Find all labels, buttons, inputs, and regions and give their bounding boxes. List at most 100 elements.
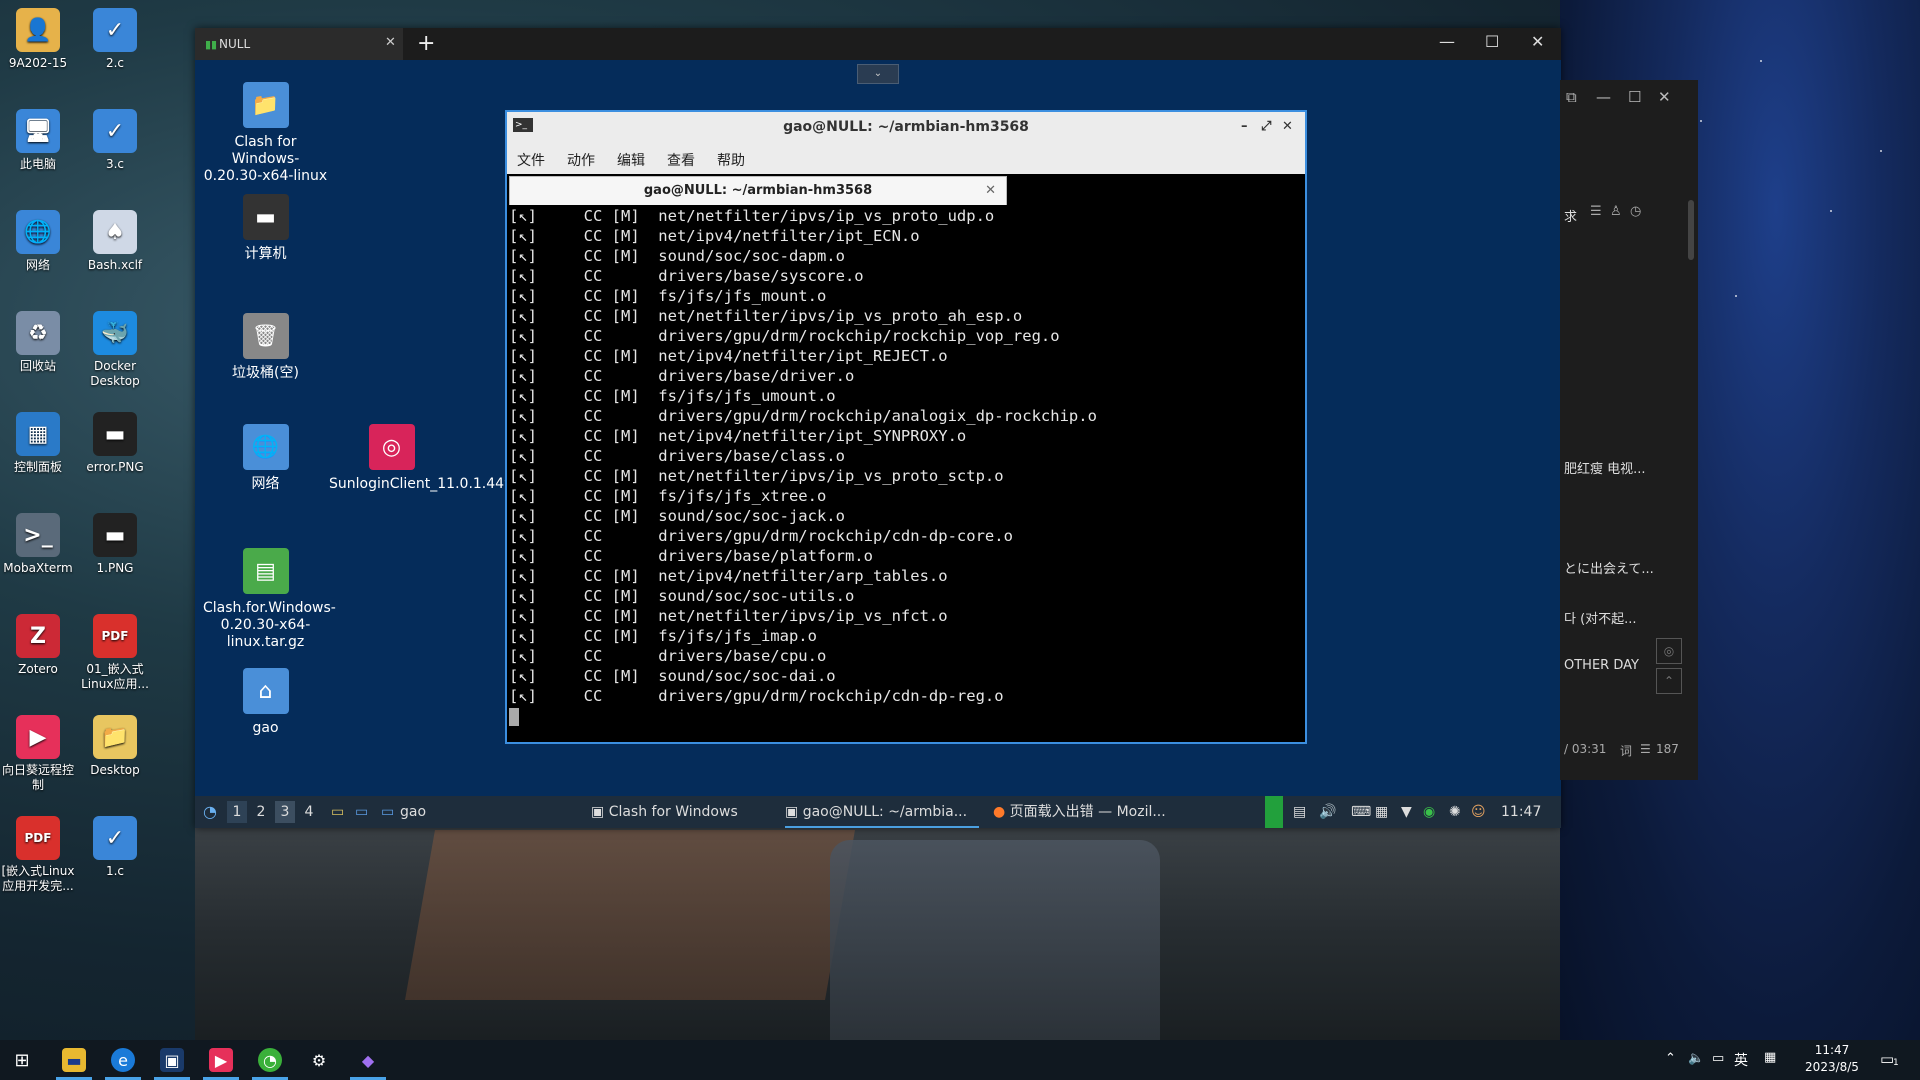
desktop-item-icon: 👤	[16, 8, 60, 52]
wifi-icon[interactable]: ▼	[1401, 804, 1412, 820]
terminal-tab[interactable]: gao@NULL: ~/armbian-hm3568 ✕	[509, 176, 1007, 205]
menu-action[interactable]: 动作	[567, 150, 595, 170]
inner-desktop-item[interactable]: 📁 Clash for Windows-0.20.30-x64-linux	[203, 82, 328, 185]
terminal-tab-close-icon[interactable]: ✕	[985, 177, 996, 205]
workspace-4[interactable]: 4	[299, 801, 319, 823]
task-clash[interactable]: ▣ Clash for Windows	[591, 796, 738, 828]
terminal-minimize-button[interactable]: –	[1241, 112, 1248, 142]
music-app-icon[interactable]: ◔	[258, 1048, 282, 1072]
desktop-icon-item[interactable]: 👤 9A202-15	[0, 8, 78, 71]
inner-item-label: SunloginClient_11.0.1.44968_amd64.deb	[329, 476, 618, 492]
desktop-icon-item[interactable]: 🐳 Docker Desktop	[75, 311, 155, 389]
playlist-icon[interactable]: ☰	[1640, 742, 1651, 756]
new-tab-button[interactable]: +	[417, 31, 435, 56]
inner-desktop-item[interactable]: 🌐 网络	[203, 424, 328, 493]
workspace-2[interactable]: 2	[251, 801, 271, 823]
task-terminal[interactable]: ▣ gao@NULL: ~/armbia...	[785, 796, 979, 828]
system-clock[interactable]: 11:47 2023/8/5	[1800, 1042, 1864, 1076]
star	[1830, 210, 1832, 212]
desktop-icon-item[interactable]: 🖥 此电脑	[0, 109, 78, 172]
desktop-icon-item[interactable]: ▦ 控制面板	[0, 412, 78, 475]
scroll-top-icon[interactable]: ⌃	[1656, 668, 1682, 694]
desktop-icon-item[interactable]: ▬ 1.PNG	[75, 513, 155, 576]
settings-tray-icon[interactable]: ✺	[1449, 804, 1461, 820]
inner-clock[interactable]: 11:47	[1501, 804, 1541, 820]
history-icon[interactable]: ◷	[1630, 204, 1641, 219]
scrollbar[interactable]	[1688, 200, 1694, 260]
maximize-button[interactable]: ☐	[1485, 32, 1499, 51]
desktop-icon-item[interactable]: ▶ 向日葵远程控制	[0, 715, 78, 793]
minimize-button[interactable]: —	[1439, 32, 1455, 51]
status-icon[interactable]: ◉	[1423, 804, 1435, 820]
desktop-icon-item[interactable]: 📁 Desktop	[75, 715, 155, 778]
volume-tray-icon[interactable]: 🔈	[1688, 1051, 1704, 1066]
file-explorer-icon[interactable]: ▬	[62, 1048, 86, 1072]
desktop-icon-item[interactable]: ✓ 2.c	[75, 8, 155, 71]
workspace-1[interactable]: 1	[227, 801, 247, 823]
tab-close-icon[interactable]: ✕	[385, 35, 396, 50]
desktop-icon-item[interactable]: Z Zotero	[0, 614, 78, 677]
terminal-line: [↖] CC drivers/gpu/drm/rockchip/analogix…	[509, 407, 1097, 425]
menu-edit[interactable]: 编辑	[617, 150, 645, 170]
windows-start-icon[interactable]: ⊞	[10, 1048, 34, 1072]
keyboard-icon[interactable]: ⌨	[1351, 804, 1371, 820]
desktop-icon-item[interactable]: PDF 01_嵌入式Linux应用...	[75, 614, 155, 692]
terminal-maximize-button[interactable]: ⤢	[1261, 112, 1271, 142]
clipboard-icon[interactable]: ▦	[1375, 804, 1388, 820]
terminal-close-button[interactable]: ✕	[1282, 112, 1293, 142]
inner-desktop-item[interactable]: ▬ 计算机	[203, 194, 328, 263]
folder-gao[interactable]: gao	[400, 804, 426, 820]
tray-expand-icon[interactable]: ⌃	[1665, 1051, 1676, 1066]
inner-desktop-item[interactable]: ◎ SunloginClient_11.0.1.44968_amd64.deb	[329, 424, 618, 493]
close-button[interactable]: ✕	[1531, 32, 1544, 51]
cat-icon[interactable]: ☺	[1471, 804, 1486, 820]
obsidian-icon[interactable]: ◆	[356, 1048, 380, 1072]
files-icon[interactable]: ▭	[331, 804, 344, 820]
minimize-icon[interactable]: —	[1596, 88, 1611, 106]
network-monitor-icon[interactable]: ▤	[1293, 804, 1306, 820]
folder-icon[interactable]: ▭	[381, 804, 394, 820]
playlist-count[interactable]: 187	[1656, 742, 1679, 756]
desktop-icon-item[interactable]: ▬ error.PNG	[75, 412, 155, 475]
workspace-3[interactable]: 3	[275, 801, 295, 823]
volume-icon[interactable]: 🔊	[1319, 804, 1336, 820]
close-icon[interactable]: ✕	[1658, 88, 1671, 106]
inner-desktop-item[interactable]: ⌂ gao	[203, 668, 328, 737]
sunlogin-icon[interactable]: ▶	[209, 1048, 233, 1072]
vm-icon[interactable]: ▣	[160, 1048, 184, 1072]
maximize-icon[interactable]: ☐	[1628, 88, 1641, 106]
desktop-icon-item[interactable]: 🌐 网络	[0, 210, 78, 273]
network-tray-icon[interactable]: ▭	[1712, 1051, 1724, 1066]
list-icon[interactable]: ☰	[1590, 204, 1602, 219]
locate-icon[interactable]: ◎	[1656, 638, 1682, 664]
inner-desktop-item[interactable]: ▤ Clash.for.Windows-0.20.30-x64-linux.tar…	[203, 548, 336, 651]
dropdown-toggle[interactable]: ⌄	[857, 64, 899, 84]
music-item-1[interactable]: 肥红瘦 电视...	[1564, 458, 1646, 477]
desktop-icon-item[interactable]: ✓ 3.c	[75, 109, 155, 172]
ime-indicator[interactable]: 英	[1734, 1050, 1748, 1070]
desktop-icon-item[interactable]: >_ MobaXterm	[0, 513, 78, 576]
desktop-icon-item[interactable]: PDF [嵌入式Linux应用开发完...	[0, 816, 78, 894]
tab-null[interactable]: ▮▮ NULL ✕	[195, 28, 403, 60]
ime-mode-icon[interactable]: ▦	[1764, 1050, 1776, 1065]
settings-icon[interactable]: ⚙	[307, 1048, 331, 1072]
inner-desktop-item[interactable]: 🗑 垃圾桶(空)	[203, 313, 328, 382]
menu-view[interactable]: 查看	[667, 150, 695, 170]
desktop-icon-item[interactable]: ♠ Bash.xclf	[75, 210, 155, 273]
desktop-icon[interactable]: ▭	[355, 804, 368, 820]
music-item-3[interactable]: 다 (对不起...	[1564, 608, 1637, 627]
task-firefox[interactable]: ● 页面载入出错 — Mozil...	[993, 796, 1166, 828]
user-icon[interactable]: ♙	[1610, 204, 1622, 219]
restore-icon[interactable]: ⧉	[1566, 88, 1577, 106]
music-item-4[interactable]: OTHER DAY	[1564, 658, 1639, 673]
lyric-button[interactable]: 词	[1620, 742, 1632, 759]
terminal-output[interactable]: [↖] CC [M] net/netfilter/ipvs/ip_vs_prot…	[509, 206, 1301, 740]
edge-icon[interactable]: e	[111, 1048, 135, 1072]
windows-taskbar: ⊞ ▬ e ▣ ▶ ◔ ⚙ ◆ ⌃ 🔈 ▭ 英 ▦ 11:47 2023/8/5…	[0, 1040, 1920, 1080]
desktop-icon-item[interactable]: ♻ 回收站	[0, 311, 78, 374]
music-item-2[interactable]: とに出会えて...	[1564, 558, 1654, 577]
menu-file[interactable]: 文件	[517, 150, 545, 170]
menu-help[interactable]: 帮助	[717, 150, 745, 170]
desktop-icon-item[interactable]: ✓ 1.c	[75, 816, 155, 879]
start-menu-icon[interactable]: ◔	[203, 802, 217, 821]
